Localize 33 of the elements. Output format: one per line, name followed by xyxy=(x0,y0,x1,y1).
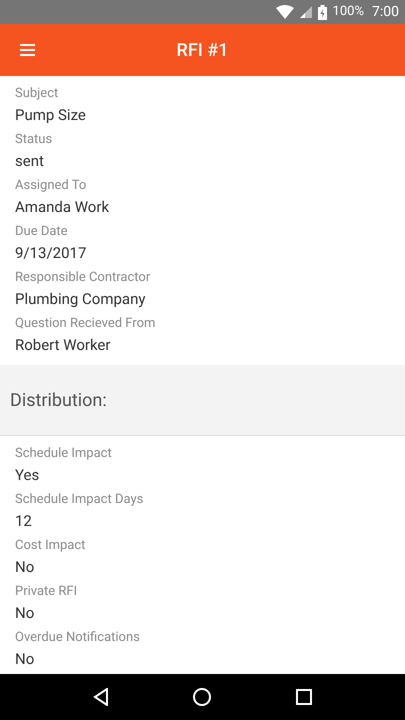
section-title: Distribution: xyxy=(10,388,107,412)
signal-icon xyxy=(300,6,312,18)
battery-icon xyxy=(318,4,327,20)
clock: 7:00 xyxy=(372,3,399,22)
recents-icon xyxy=(296,689,312,705)
field-value: Robert Worker xyxy=(15,335,110,356)
field-label: Private RFI xyxy=(15,583,78,601)
home-icon xyxy=(193,688,212,706)
field-value: No xyxy=(15,603,34,624)
battery-percent: 100% xyxy=(332,3,364,21)
field-value: Amanda Work xyxy=(15,197,110,218)
menu-icon xyxy=(20,44,34,56)
field-label: Status xyxy=(15,131,52,149)
field-label: Assigned To xyxy=(15,177,86,195)
field-value: Pump Size xyxy=(15,105,86,126)
field-value: sent xyxy=(15,151,44,172)
field-value: Plumbing Company xyxy=(15,289,146,310)
screen-title: RFI #1 xyxy=(176,38,228,62)
field-label: Cost Impact xyxy=(15,537,86,555)
field-label: Question Recieved From xyxy=(15,315,156,333)
field-label: Schedule Impact xyxy=(15,445,112,463)
field-label: Due Date xyxy=(15,223,68,241)
field-label: Schedule Impact Days xyxy=(15,491,144,509)
field-value: No xyxy=(15,557,34,578)
field-label: Subject xyxy=(15,85,58,103)
field-value: 12 xyxy=(15,511,32,532)
field-label: Responsible Contractor xyxy=(15,269,150,287)
back-icon xyxy=(92,688,109,706)
field-value: Yes xyxy=(15,465,40,486)
wifi-icon xyxy=(276,5,294,19)
field-value: No xyxy=(15,649,34,670)
field-label: Overdue Notifications xyxy=(15,629,140,647)
field-value: 9/13/2017 xyxy=(15,243,86,264)
